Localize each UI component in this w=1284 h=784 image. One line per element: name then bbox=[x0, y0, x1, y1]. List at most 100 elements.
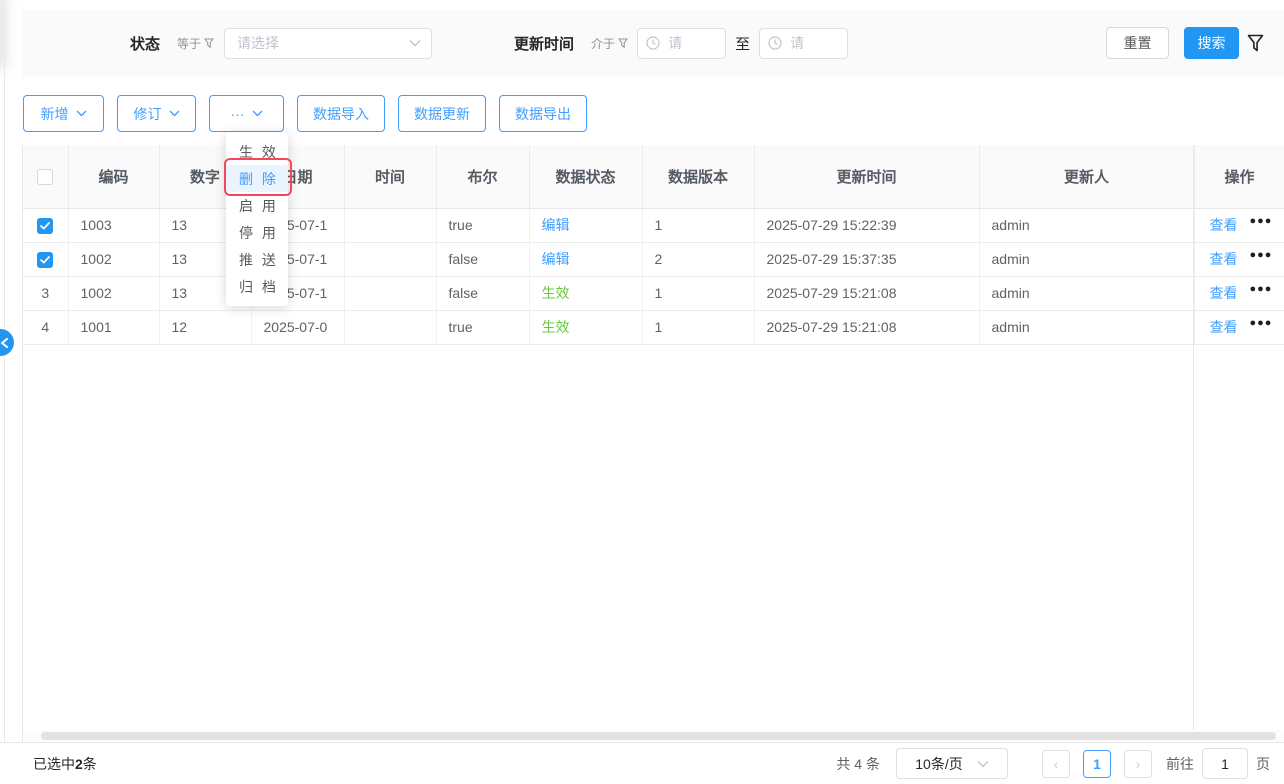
status-filter-label: 状态 bbox=[130, 33, 160, 54]
select-all-header bbox=[23, 145, 68, 208]
more-actions-label: ··· bbox=[231, 106, 245, 122]
status-operator-label: 等于 bbox=[177, 35, 201, 52]
menu-item-push[interactable]: 推 送 bbox=[226, 246, 288, 273]
data-update-button[interactable]: 数据更新 bbox=[398, 95, 486, 132]
cell-bool: true bbox=[436, 208, 529, 242]
horizontal-scrollbar-thumb[interactable] bbox=[41, 732, 1276, 740]
status-link[interactable]: 生效 bbox=[542, 319, 570, 335]
menu-item-activate[interactable]: 生 效 bbox=[226, 138, 288, 165]
table-row: 3 1002 13 2025-07-1 false 生效 1 2025-07-2… bbox=[23, 276, 1284, 310]
footer-bar: 已选中2条 共 4 条 10条/页 ‹ 1 › 前往 页 bbox=[0, 742, 1284, 784]
table-header-row: 编码 数字 日期 时间 布尔 数据状态 数据版本 更新时间 更新人 操作 bbox=[23, 145, 1284, 208]
cell-version: 1 bbox=[642, 276, 754, 310]
cell-bool: false bbox=[436, 242, 529, 276]
data-import-button[interactable]: 数据导入 bbox=[297, 95, 385, 132]
filter-actions: 重置 搜索 bbox=[1106, 27, 1264, 59]
reset-button[interactable]: 重置 bbox=[1106, 27, 1169, 59]
page: 状态 等于 请选择 更新时间 介于 请 至 请 重置 搜索 bbox=[0, 0, 1284, 784]
more-actions-button[interactable]: ··· bbox=[209, 95, 284, 132]
search-button[interactable]: 搜索 bbox=[1184, 27, 1239, 59]
update-time-filter-label: 更新时间 bbox=[514, 33, 574, 54]
cell-date: 2025-07-0 bbox=[251, 310, 344, 344]
row-checkbox-checked[interactable] bbox=[37, 218, 53, 234]
revise-button[interactable]: 修订 bbox=[117, 95, 196, 132]
add-button-label: 新增 bbox=[41, 104, 69, 124]
goto-label: 前往 bbox=[1166, 754, 1194, 774]
time-operator-label: 介于 bbox=[591, 35, 615, 52]
cell-bool: false bbox=[436, 276, 529, 310]
header-updated-by: 更新人 bbox=[979, 145, 1194, 208]
cell-code: 1002 bbox=[68, 242, 159, 276]
cell-updated-by: admin bbox=[979, 310, 1194, 344]
horizontal-scrollbar-track bbox=[23, 730, 1284, 742]
table-row: 1003 13 2025-07-1 true 编辑 1 2025-07-29 1… bbox=[23, 208, 1284, 242]
cell-updated-at: 2025-07-29 15:21:08 bbox=[754, 276, 979, 310]
status-select[interactable]: 请选择 bbox=[224, 28, 432, 59]
check-icon bbox=[40, 256, 50, 264]
select-all-checkbox[interactable] bbox=[37, 169, 53, 185]
row-more-icon[interactable]: ●●● bbox=[1250, 283, 1273, 295]
cell-updated-by: admin bbox=[979, 242, 1194, 276]
data-table-area: 编码 数字 日期 时间 布尔 数据状态 数据版本 更新时间 更新人 操作 100… bbox=[22, 145, 1284, 742]
header-time: 时间 bbox=[344, 145, 436, 208]
chevron-down-icon bbox=[169, 110, 180, 117]
time-from-input[interactable]: 请 bbox=[637, 28, 726, 59]
cell-time bbox=[344, 242, 436, 276]
view-link[interactable]: 查看 bbox=[1210, 249, 1238, 269]
chevron-left-icon bbox=[0, 338, 9, 348]
header-code: 编码 bbox=[68, 145, 159, 208]
menu-item-archive[interactable]: 归 档 bbox=[226, 273, 288, 300]
menu-item-enable[interactable]: 启 用 bbox=[226, 192, 288, 219]
row-index[interactable]: 4 bbox=[23, 310, 68, 344]
time-operator[interactable]: 介于 bbox=[591, 35, 628, 52]
status-link[interactable]: 生效 bbox=[542, 285, 570, 301]
view-link[interactable]: 查看 bbox=[1210, 317, 1238, 337]
time-from-placeholder: 请 bbox=[668, 33, 682, 53]
cell-version: 1 bbox=[642, 208, 754, 242]
view-link[interactable]: 查看 bbox=[1210, 283, 1238, 303]
menu-item-delete[interactable]: 删 除 bbox=[226, 165, 288, 192]
prev-page-button[interactable]: ‹ bbox=[1042, 750, 1070, 778]
next-page-button[interactable]: › bbox=[1124, 750, 1152, 778]
advanced-filter-button[interactable] bbox=[1247, 34, 1264, 53]
action-toolbar: 新增 修订 ··· 数据导入 数据更新 数据导出 bbox=[23, 95, 587, 132]
add-button[interactable]: 新增 bbox=[23, 95, 104, 132]
row-index[interactable]: 3 bbox=[23, 276, 68, 310]
menu-item-disable[interactable]: 停 用 bbox=[226, 219, 288, 246]
current-page-button[interactable]: 1 bbox=[1083, 750, 1111, 778]
filter-funnel-icon bbox=[204, 38, 214, 49]
header-actions: 操作 bbox=[1194, 145, 1284, 208]
status-link[interactable]: 编辑 bbox=[542, 217, 570, 233]
status-operator[interactable]: 等于 bbox=[177, 35, 214, 52]
chevron-down-icon bbox=[252, 110, 263, 117]
row-checkbox-checked[interactable] bbox=[37, 252, 53, 268]
collapse-panel-button[interactable] bbox=[0, 329, 14, 356]
more-actions-dropdown: 生 效 删 除 启 用 停 用 推 送 归 档 bbox=[226, 132, 288, 306]
cell-version: 2 bbox=[642, 242, 754, 276]
cell-time bbox=[344, 276, 436, 310]
row-more-icon[interactable]: ●●● bbox=[1250, 249, 1273, 261]
time-to-input[interactable]: 请 bbox=[759, 28, 848, 59]
cell-updated-by: admin bbox=[979, 208, 1194, 242]
row-more-icon[interactable]: ●●● bbox=[1250, 215, 1273, 227]
header-status: 数据状态 bbox=[529, 145, 642, 208]
cell-updated-at: 2025-07-29 15:21:08 bbox=[754, 310, 979, 344]
clock-icon bbox=[768, 36, 782, 50]
page-unit-label: 页 bbox=[1256, 754, 1270, 774]
selected-count-text: 已选中2条 bbox=[33, 754, 97, 774]
filter-funnel-icon bbox=[618, 38, 628, 49]
pagination: 共 4 条 10条/页 ‹ 1 › 前往 页 bbox=[836, 748, 1270, 779]
view-link[interactable]: 查看 bbox=[1210, 215, 1238, 235]
chevron-down-icon bbox=[76, 110, 87, 117]
funnel-icon bbox=[1247, 34, 1264, 53]
total-count-text: 共 4 条 bbox=[836, 754, 880, 774]
row-more-icon[interactable]: ●●● bbox=[1250, 317, 1273, 329]
chevron-down-icon bbox=[409, 39, 421, 47]
table-row: 4 1001 12 2025-07-0 true 生效 1 2025-07-29… bbox=[23, 310, 1284, 344]
page-size-value: 10条/页 bbox=[915, 754, 962, 774]
page-size-select[interactable]: 10条/页 bbox=[896, 748, 1008, 779]
status-link[interactable]: 编辑 bbox=[542, 251, 570, 267]
table-row: 1002 13 2025-07-1 false 编辑 2 2025-07-29 … bbox=[23, 242, 1284, 276]
goto-page-input[interactable] bbox=[1202, 748, 1248, 779]
data-export-button[interactable]: 数据导出 bbox=[499, 95, 587, 132]
